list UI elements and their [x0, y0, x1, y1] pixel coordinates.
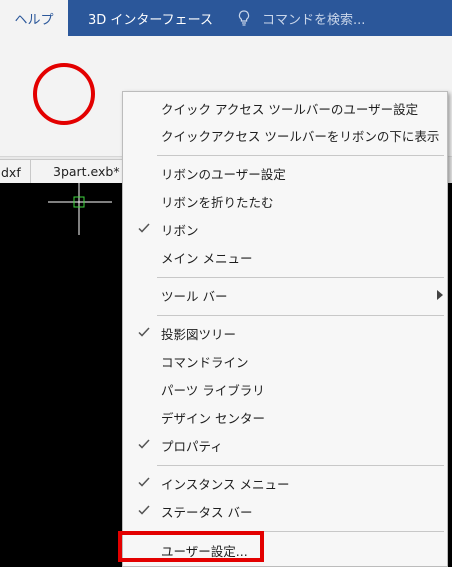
annotation-circle [33, 63, 95, 125]
menu-item-label: コマンドライン [161, 354, 249, 370]
menu-item-instance-menu[interactable]: インスタンス メニュー [123, 471, 447, 495]
menu-item-ribbon[interactable]: リボン [123, 217, 447, 241]
menu-item-label: リボンのユーザー設定 [161, 166, 286, 182]
menu-item-label: デザイン センター [161, 410, 265, 426]
tab-3d-interface[interactable]: 3D インターフェース [88, 0, 213, 36]
menu-item-properties[interactable]: プロパティ [123, 433, 447, 457]
context-menu: クイック アクセス ツールバーのユーザー設定 クイックアクセス ツールバーをリボ… [122, 91, 448, 567]
menu-item-collapse-ribbon[interactable]: リボンを折りたたむ [123, 189, 447, 213]
menu-item-label: メイン メニュー [161, 250, 253, 266]
menu-item-label: クイック アクセス ツールバーのユーザー設定 [161, 101, 419, 117]
menu-item-label: リボンを折りたたむ [161, 194, 274, 210]
menu-item-label: パーツ ライブラリ [161, 382, 265, 398]
command-search-placeholder: コマンドを検索... [262, 12, 366, 28]
menu-item-main-menu[interactable]: メイン メニュー [123, 245, 447, 269]
menu-item-label: インスタンス メニュー [161, 476, 290, 492]
checkmark-icon [138, 223, 150, 233]
checkmark-icon [138, 477, 150, 487]
tab-3d-interface-label: 3D インターフェース [88, 12, 213, 28]
menu-item-design-center[interactable]: デザイン センター [123, 405, 447, 429]
menu-separator [157, 277, 444, 278]
menu-item-label: プロパティ [161, 438, 223, 454]
menu-item-projection-tree[interactable]: 投影図ツリー [123, 321, 447, 345]
document-tab-3part[interactable]: 3part.exb* [30, 159, 128, 183]
menu-item-label: 投影図ツリー [161, 326, 237, 342]
menu-item-customize-quick-access[interactable]: クイック アクセス ツールバーのユーザー設定 [123, 96, 447, 120]
crosshair-cursor-icon [48, 183, 112, 235]
annotation-highlight-box [118, 531, 264, 562]
menu-separator [157, 465, 444, 466]
menu-item-quick-access-below-ribbon[interactable]: クイックアクセス ツールバーをリボンの下に表示 [123, 123, 447, 147]
menu-separator [157, 155, 444, 156]
tab-help-label: ヘルプ [14, 12, 54, 28]
menu-item-label: ステータス バー [161, 504, 253, 520]
lightbulb-icon [238, 10, 250, 26]
checkmark-icon [138, 327, 150, 337]
document-tab-dxf-label: dxf [1, 164, 21, 180]
submenu-arrow-icon [437, 290, 443, 300]
menu-item-toolbar[interactable]: ツール バー [123, 283, 447, 307]
menu-item-customize-ribbon[interactable]: リボンのユーザー設定 [123, 161, 447, 185]
checkmark-icon [138, 439, 150, 449]
menu-item-command-line[interactable]: コマンドライン [123, 349, 447, 373]
menu-separator [157, 315, 444, 316]
menu-item-parts-library[interactable]: パーツ ライブラリ [123, 377, 447, 401]
document-tab-3part-label: 3part.exb* [53, 164, 120, 179]
tab-help[interactable]: ヘルプ [0, 0, 68, 36]
menu-item-label: クイックアクセス ツールバーをリボンの下に表示 [161, 128, 440, 144]
menu-item-status-bar[interactable]: ステータス バー [123, 499, 447, 523]
checkmark-icon [138, 505, 150, 515]
menu-item-label: リボン [161, 222, 199, 238]
command-search[interactable]: コマンドを検索... [238, 0, 365, 36]
menu-item-label: ツール バー [161, 288, 228, 304]
ribbon-tab-bar: ヘルプ 3D インターフェース コマンドを検索... [0, 0, 452, 36]
